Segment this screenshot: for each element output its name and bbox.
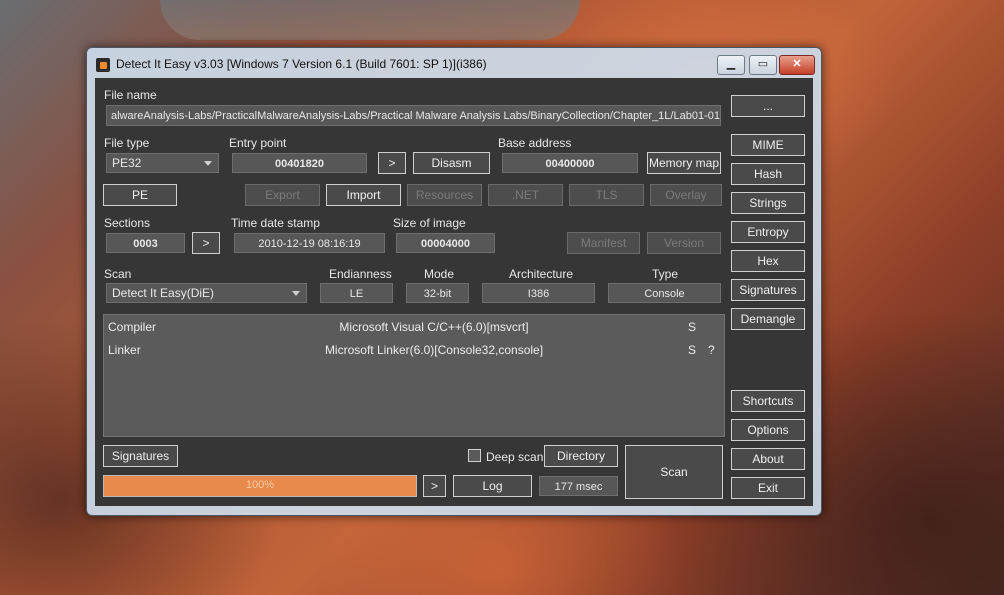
hex-button[interactable]: Hex: [731, 250, 805, 272]
sections-field[interactable]: 0003: [106, 233, 185, 253]
directory-button[interactable]: Directory: [544, 445, 618, 467]
scan-label: Scan: [104, 267, 132, 281]
progress-go-button[interactable]: >: [423, 475, 446, 497]
base-address-label: Base address: [498, 136, 572, 150]
endianness-label: Endianness: [329, 267, 392, 281]
entry-point-field[interactable]: 00401820: [232, 153, 367, 173]
disasm-button[interactable]: Disasm: [413, 152, 490, 174]
progress-text: 100%: [245, 479, 275, 491]
architecture-label: Architecture: [509, 267, 574, 281]
mime-button[interactable]: MIME: [731, 134, 805, 156]
die-window: Detect It Easy v3.03 [Windows 7 Version …: [86, 47, 822, 516]
file-type-label: File type: [104, 136, 150, 150]
result-name: Microsoft Linker(6.0)[Console32,console]: [324, 343, 544, 357]
progress-bar: 100%: [103, 475, 417, 497]
scan-engine-value: Detect It Easy(DiE): [112, 286, 215, 300]
log-button[interactable]: Log: [453, 475, 532, 497]
tls-button[interactable]: TLS: [569, 184, 644, 206]
resources-button[interactable]: Resources: [407, 184, 482, 206]
base-address-field[interactable]: 00400000: [502, 153, 638, 173]
result-name: Microsoft Visual C/C++(6.0)[msvcrt]: [339, 320, 529, 334]
close-button[interactable]: ✕: [779, 55, 815, 75]
result-type: Compiler: [108, 320, 157, 334]
import-button[interactable]: Import: [326, 184, 401, 206]
maximize-button[interactable]: ▭: [749, 55, 777, 75]
app-icon: [96, 58, 110, 72]
chevron-down-icon: [292, 291, 300, 296]
result-row[interactable]: Compiler Microsoft Visual C/C++(6.0)[msv…: [104, 317, 724, 337]
hash-button[interactable]: Hash: [731, 163, 805, 185]
timestamp-label: Time date stamp: [231, 216, 320, 230]
result-type: Linker: [108, 343, 141, 357]
size-label: Size of image: [393, 216, 466, 230]
chevron-down-icon: [204, 161, 212, 166]
scan-engine-select[interactable]: Detect It Easy(DiE): [106, 283, 307, 303]
result-info-flag[interactable]: ?: [708, 343, 715, 357]
side-signatures-button[interactable]: Signatures: [731, 279, 805, 301]
type-label: Type: [652, 267, 679, 281]
pe-button[interactable]: PE: [103, 184, 177, 206]
result-signature-flag[interactable]: S: [688, 343, 696, 357]
timestamp-field[interactable]: 2010-12-19 08:16:19: [234, 233, 385, 253]
manifest-button[interactable]: Manifest: [567, 232, 640, 254]
sections-label: Sections: [104, 216, 151, 230]
size-field[interactable]: 00004000: [396, 233, 495, 253]
deep-scan-label[interactable]: Deep scan: [486, 450, 543, 464]
strings-button[interactable]: Strings: [731, 192, 805, 214]
options-button[interactable]: Options: [731, 419, 805, 441]
file-name-label: File name: [104, 88, 157, 102]
entry-point-label: Entry point: [229, 136, 287, 150]
architecture-field[interactable]: I386: [482, 283, 595, 303]
file-type-value: PE32: [112, 156, 142, 170]
demangle-button[interactable]: Demangle: [731, 308, 805, 330]
overlay-button[interactable]: Overlay: [650, 184, 722, 206]
elapsed-time-field: 177 msec: [539, 476, 618, 496]
signatures-button[interactable]: Signatures: [103, 445, 178, 467]
deep-scan-checkbox[interactable]: [468, 449, 481, 462]
wallpaper-sky: [160, 0, 580, 40]
file-type-select[interactable]: PE32: [106, 153, 219, 173]
shortcuts-button[interactable]: Shortcuts: [731, 390, 805, 412]
browse-button[interactable]: ...: [731, 95, 805, 117]
results-panel[interactable]: Compiler Microsoft Visual C/C++(6.0)[msv…: [103, 314, 725, 437]
about-button[interactable]: About: [731, 448, 805, 470]
entropy-button[interactable]: Entropy: [731, 221, 805, 243]
mode-label: Mode: [424, 267, 455, 281]
scan-button[interactable]: Scan: [625, 445, 723, 499]
net-button[interactable]: .NET: [488, 184, 563, 206]
client-area: File name alwareAnalysis-Labs/PracticalM…: [95, 78, 813, 506]
sections-go-button[interactable]: >: [192, 232, 220, 254]
memory-map-button[interactable]: Memory map: [647, 152, 721, 174]
mode-field[interactable]: 32-bit: [406, 283, 469, 303]
version-button[interactable]: Version: [647, 232, 721, 254]
result-row[interactable]: Linker Microsoft Linker(6.0)[Console32,c…: [104, 340, 724, 360]
title-bar[interactable]: Detect It Easy v3.03 [Windows 7 Version …: [87, 48, 821, 78]
entry-point-go-button[interactable]: >: [378, 152, 406, 174]
window-title: Detect It Easy v3.03 [Windows 7 Version …: [116, 57, 487, 71]
type-field[interactable]: Console: [608, 283, 721, 303]
exit-button[interactable]: Exit: [731, 477, 805, 499]
endianness-field[interactable]: LE: [320, 283, 393, 303]
minimize-button[interactable]: ▁: [717, 55, 745, 75]
result-signature-flag[interactable]: S: [688, 320, 696, 334]
file-path-field[interactable]: alwareAnalysis-Labs/PracticalMalwareAnal…: [106, 105, 721, 126]
export-button[interactable]: Export: [245, 184, 320, 206]
